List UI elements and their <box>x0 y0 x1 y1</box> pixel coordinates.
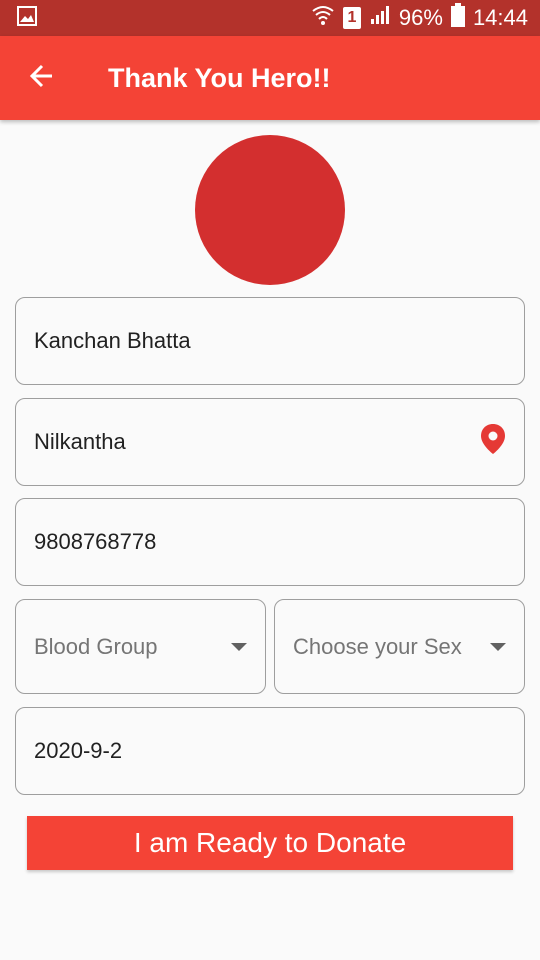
avatar[interactable] <box>195 135 345 285</box>
status-bar: 1 96% 14:44 <box>0 0 540 36</box>
app-bar: Thank You Hero!! <box>0 36 540 120</box>
name-field[interactable]: Kanchan Bhatta <box>15 297 525 385</box>
sim-icon: 1 <box>342 7 361 29</box>
sex-placeholder: Choose your Sex <box>293 633 462 659</box>
location-field[interactable]: Nilkantha <box>15 398 525 486</box>
donate-button[interactable]: I am Ready to Donate <box>27 816 513 870</box>
date-value: 2020-9-2 <box>34 738 123 763</box>
location-pin-icon[interactable] <box>480 423 506 461</box>
signal-icon <box>369 4 391 32</box>
location-value: Nilkantha <box>34 429 126 454</box>
phone-value: 9808768778 <box>34 529 157 554</box>
chevron-down-icon <box>490 642 506 651</box>
sex-dropdown[interactable]: Choose your Sex <box>274 599 525 694</box>
back-button[interactable] <box>0 36 84 120</box>
sim-label: 1 <box>347 9 357 26</box>
arrow-back-icon <box>28 62 56 95</box>
blood-group-placeholder: Blood Group <box>34 633 158 659</box>
chevron-down-icon <box>231 642 247 651</box>
page-title: Thank You Hero!! <box>108 62 331 93</box>
phone-field[interactable]: 9808768778 <box>15 498 525 586</box>
wifi-icon <box>311 3 335 33</box>
date-field[interactable]: 2020-9-2 <box>15 707 525 795</box>
clock: 14:44 <box>472 5 528 30</box>
name-value: Kanchan Bhatta <box>34 328 191 353</box>
battery-icon <box>450 3 465 33</box>
blood-group-dropdown[interactable]: Blood Group <box>15 599 266 694</box>
battery-percent: 96% <box>398 5 443 30</box>
gallery-icon <box>16 5 38 32</box>
